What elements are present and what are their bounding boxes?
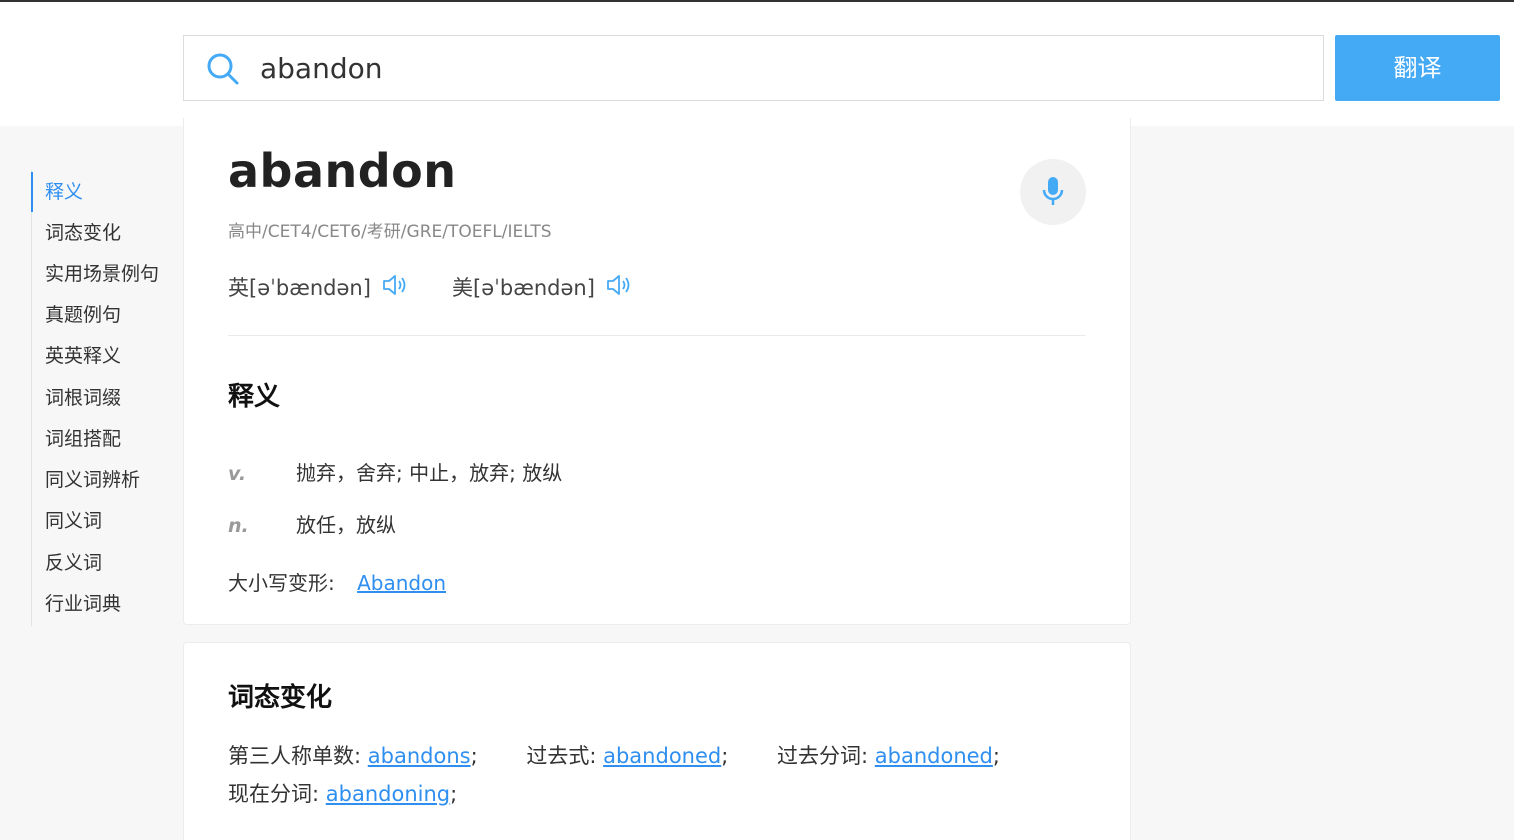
inflection-link[interactable]: abandoned — [603, 744, 721, 768]
nav-item-roots-affixes[interactable]: 词根词缀 — [45, 385, 121, 411]
speaker-icon[interactable] — [381, 273, 409, 302]
nav-item-definitions[interactable]: 释义 — [45, 179, 83, 205]
part-of-speech: v. — [228, 463, 247, 485]
nav-item-inflections[interactable]: 词态变化 — [45, 220, 121, 246]
nav-item-industry-dictionary[interactable]: 行业词典 — [45, 591, 121, 617]
definition-row: v. 抛弃，舍弃; 中止，放弃; 放纵 — [228, 457, 562, 486]
case-variant-label: 大小写变形: — [228, 571, 335, 595]
definitions-title: 释义 — [228, 382, 281, 412]
exam-tags: 高中/CET4/CET6/考研/GRE/TOEFL/IELTS — [228, 222, 552, 242]
nav-item-exam-examples[interactable]: 真题例句 — [45, 302, 121, 328]
part-of-speech: n. — [228, 515, 249, 537]
inflections-card: 词态变化 第三人称单数: abandons; 过去式: abandoned; 过… — [183, 642, 1131, 840]
phonetic-us-text: 美[əˈbændən] — [452, 276, 595, 300]
phonetic-us: 美[əˈbændən] — [452, 272, 633, 302]
inflection-label: 过去式: — [526, 744, 597, 768]
case-variant-link[interactable]: Abandon — [357, 571, 446, 595]
inflection-item: 第三人称单数: abandons; — [228, 744, 478, 768]
phonetic-uk-text: 英[əˈbændən] — [228, 276, 371, 300]
nav-item-synonym-analysis[interactable]: 同义词辨析 — [45, 467, 140, 493]
inflection-label: 第三人称单数: — [228, 744, 362, 768]
inflection-link[interactable]: abandons — [368, 744, 471, 768]
section-nav: 释义 词态变化 实用场景例句 真题例句 英英释义 词根词缀 词组搭配 同义词辨析… — [31, 170, 171, 626]
nav-item-usage-examples[interactable]: 实用场景例句 — [45, 261, 159, 287]
nav-item-phrases[interactable]: 词组搭配 — [45, 426, 121, 452]
nav-item-synonyms[interactable]: 同义词 — [45, 508, 102, 534]
speaker-icon[interactable] — [605, 273, 633, 302]
inflection-label: 过去分词: — [777, 744, 869, 768]
translate-button[interactable]: 翻译 — [1335, 35, 1500, 101]
divider — [228, 335, 1086, 336]
inflections-row: 第三人称单数: abandons; 过去式: abandoned; 过去分词: … — [228, 740, 1042, 770]
case-variant: 大小写变形: Abandon — [228, 567, 446, 596]
definition-text: 抛弃，舍弃; 中止，放弃; 放纵 — [296, 461, 563, 485]
nav-active-indicator — [31, 172, 33, 212]
inflection-label: 现在分词: — [228, 782, 320, 806]
microphone-button[interactable] — [1020, 159, 1086, 225]
definition-text: 放任，放纵 — [296, 513, 396, 537]
phonetic-uk: 英[əˈbændən] — [228, 272, 409, 302]
nav-item-english-definitions[interactable]: 英英释义 — [45, 343, 121, 369]
inflections-row: 现在分词: abandoning; — [228, 778, 499, 808]
inflection-link[interactable]: abandoned — [875, 744, 993, 768]
search-icon[interactable] — [206, 52, 240, 86]
search-box[interactable] — [183, 35, 1324, 101]
headword: abandon — [228, 144, 457, 198]
inflection-item: 过去分词: abandoned; — [777, 744, 1000, 768]
inflection-item: 过去式: abandoned; — [526, 744, 729, 768]
word-card: abandon 高中/CET4/CET6/考研/GRE/TOEFL/IELTS … — [183, 118, 1131, 625]
inflection-link[interactable]: abandoning — [326, 782, 450, 806]
microphone-icon — [1042, 177, 1064, 205]
nav-item-antonyms[interactable]: 反义词 — [45, 550, 102, 576]
inflection-item: 现在分词: abandoning; — [228, 782, 458, 806]
search-input[interactable] — [260, 44, 1300, 92]
definition-row: n. 放任，放纵 — [228, 509, 396, 538]
inflections-title: 词态变化 — [228, 683, 333, 713]
